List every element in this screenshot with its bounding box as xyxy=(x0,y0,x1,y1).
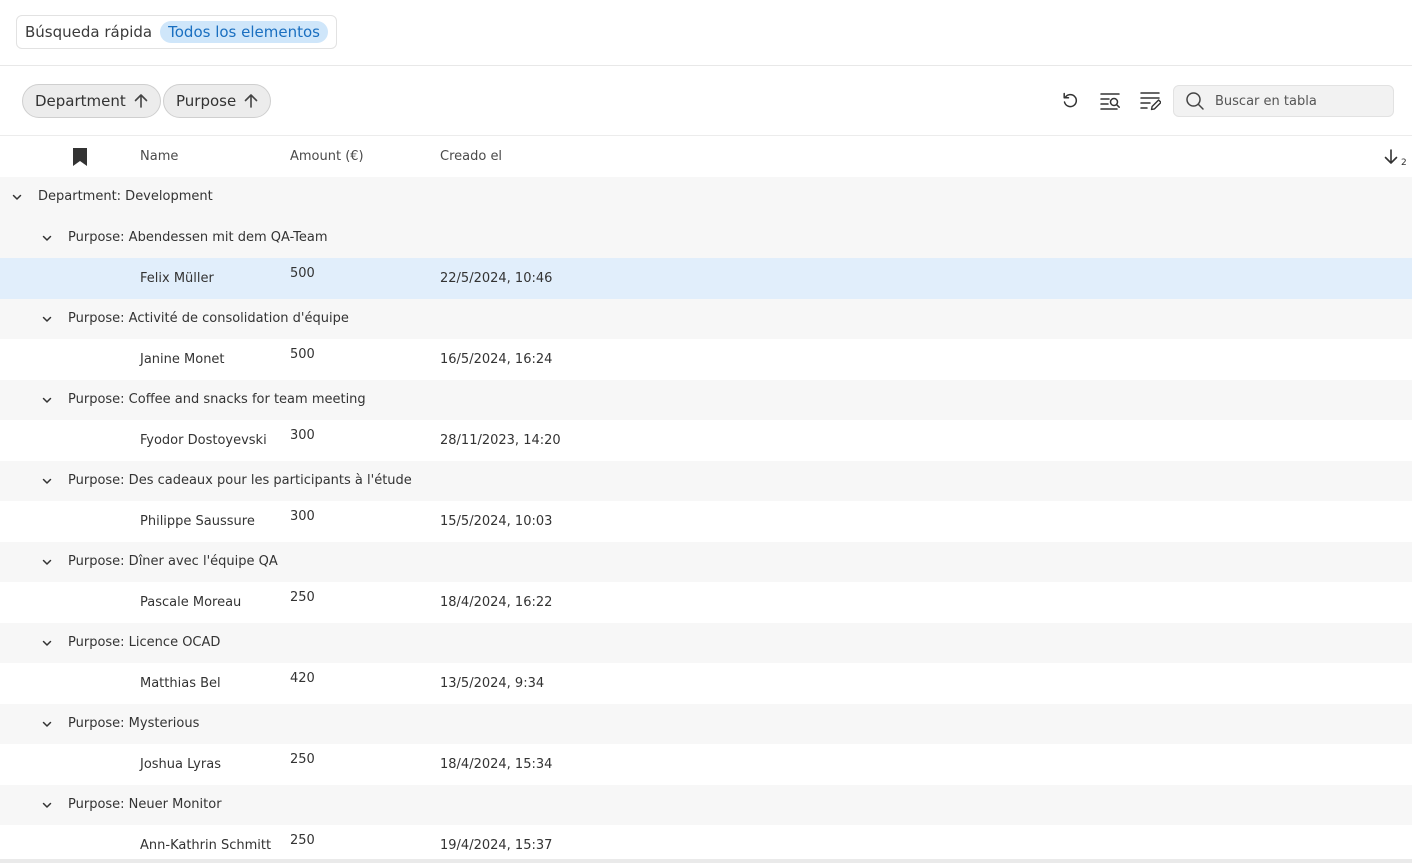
quick-search-bar: Búsqueda rápida Todos los elementos xyxy=(0,0,1412,66)
table-row[interactable]: Ann-Kathrin Schmitt 250 19/4/2024, 15:37 xyxy=(0,825,1412,863)
table-header: Name Amount (€) Creado el 2 xyxy=(0,137,1412,177)
group-row-purpose[interactable]: Purpose: Mysterious xyxy=(0,703,1412,744)
group-label: Purpose: Coffee and snacks for team meet… xyxy=(68,391,366,407)
group-row-purpose[interactable]: Purpose: Neuer Monitor xyxy=(0,784,1412,825)
column-header-created[interactable]: Creado el xyxy=(440,149,502,164)
table-search[interactable] xyxy=(1173,85,1394,117)
group-row-department[interactable]: Department: Development xyxy=(0,177,1412,218)
group-label: Department: Development xyxy=(38,189,213,204)
cell-amount: 500 xyxy=(290,347,315,362)
cell-name: Felix Müller xyxy=(140,271,214,286)
cell-name: Joshua Lyras xyxy=(140,757,221,772)
table-row[interactable]: Matthias Bel 420 13/5/2024, 9:34 xyxy=(0,663,1412,704)
group-chip-label: Purpose xyxy=(176,92,237,110)
group-row-purpose[interactable]: Purpose: Abendessen mit dem QA-Team xyxy=(0,217,1412,258)
cell-amount: 420 xyxy=(290,671,315,686)
cell-amount: 250 xyxy=(290,833,315,848)
cell-name: Ann-Kathrin Schmitt xyxy=(140,838,272,853)
quick-search-filter-pill[interactable]: Todos los elementos xyxy=(160,21,328,43)
group-row-purpose[interactable]: Purpose: Licence OCAD xyxy=(0,622,1412,663)
table-row[interactable]: Fyodor Dostoyevski 300 28/11/2023, 14:20 xyxy=(0,420,1412,461)
table-row[interactable]: Philippe Saussure 300 15/5/2024, 10:03 xyxy=(0,501,1412,542)
cell-created: 18/4/2024, 16:22 xyxy=(440,595,553,610)
sort-indicator[interactable]: 2 xyxy=(1382,148,1407,168)
table-row[interactable]: Janine Monet 500 16/5/2024, 16:24 xyxy=(0,339,1412,380)
cell-amount: 300 xyxy=(290,509,315,524)
bookmark-icon[interactable] xyxy=(72,147,88,167)
cell-created: 22/5/2024, 10:46 xyxy=(440,271,553,286)
group-label: Purpose: Activité de consolidation d'équ… xyxy=(68,310,349,326)
chevron-down-icon[interactable] xyxy=(41,394,53,406)
chevron-down-icon[interactable] xyxy=(11,191,23,203)
cell-amount: 250 xyxy=(290,752,315,767)
cell-amount: 500 xyxy=(290,266,315,281)
table-search-input[interactable] xyxy=(1215,93,1385,109)
search-filter-icon xyxy=(1100,93,1120,110)
search-filter-button[interactable] xyxy=(1099,89,1121,111)
sort-count: 2 xyxy=(1401,158,1407,168)
group-label: Purpose: Des cadeaux pour les participan… xyxy=(68,472,412,488)
cell-created: 13/5/2024, 9:34 xyxy=(440,676,545,691)
chevron-down-icon[interactable] xyxy=(41,799,53,811)
cell-amount: 250 xyxy=(290,590,315,605)
cell-name: Pascale Moreau xyxy=(140,595,242,610)
arrow-up-icon xyxy=(244,94,258,108)
column-header-amount[interactable]: Amount (€) xyxy=(290,149,364,164)
cell-created: 28/11/2023, 14:20 xyxy=(440,433,561,448)
group-row-purpose[interactable]: Purpose: Coffee and snacks for team meet… xyxy=(0,379,1412,420)
cell-name: Fyodor Dostoyevski xyxy=(140,433,267,448)
cell-name: Matthias Bel xyxy=(140,676,221,691)
cell-amount: 300 xyxy=(290,428,315,443)
group-row-purpose[interactable]: Purpose: Activité de consolidation d'équ… xyxy=(0,298,1412,339)
group-label: Purpose: Abendessen mit dem QA-Team xyxy=(68,229,328,245)
table-row[interactable]: Felix Müller 500 22/5/2024, 10:46 xyxy=(0,258,1412,299)
chevron-down-icon[interactable] xyxy=(41,637,53,649)
chevron-down-icon[interactable] xyxy=(41,718,53,730)
group-row-purpose[interactable]: Purpose: Des cadeaux pour les participan… xyxy=(0,460,1412,501)
table-row[interactable]: Pascale Moreau 250 18/4/2024, 16:22 xyxy=(0,582,1412,623)
cell-created: 16/5/2024, 16:24 xyxy=(440,352,553,367)
group-label: Purpose: Licence OCAD xyxy=(68,634,221,650)
edit-list-icon xyxy=(1140,92,1162,111)
reset-icon xyxy=(1063,92,1078,108)
column-header-name[interactable]: Name xyxy=(140,149,178,164)
table-body: Department: Development Purpose: Abendes… xyxy=(0,177,1412,863)
edit-columns-button[interactable] xyxy=(1139,89,1162,111)
table-toolbar: Department Purpose xyxy=(0,66,1412,136)
quick-search-label: Búsqueda rápida xyxy=(25,23,153,41)
group-label: Purpose: Mysterious xyxy=(68,715,200,731)
group-chip-department[interactable]: Department xyxy=(22,84,161,118)
group-row-purpose[interactable]: Purpose: Dîner avec l'équipe QA xyxy=(0,541,1412,582)
cell-created: 18/4/2024, 15:34 xyxy=(440,757,553,772)
horizontal-scrollbar[interactable] xyxy=(0,859,1412,863)
search-icon xyxy=(1186,92,1204,110)
chevron-down-icon[interactable] xyxy=(41,232,53,244)
group-label: Purpose: Dîner avec l'équipe QA xyxy=(68,553,278,569)
cell-created: 19/4/2024, 15:37 xyxy=(440,838,553,853)
arrow-up-icon xyxy=(134,94,148,108)
cell-name: Janine Monet xyxy=(140,352,225,367)
cell-created: 15/5/2024, 10:03 xyxy=(440,514,553,529)
quick-search[interactable]: Búsqueda rápida Todos los elementos xyxy=(16,15,337,49)
group-chip-purpose[interactable]: Purpose xyxy=(163,84,272,118)
arrow-down-icon xyxy=(1384,149,1398,164)
chevron-down-icon[interactable] xyxy=(41,556,53,568)
reset-button[interactable] xyxy=(1059,89,1081,111)
group-label: Purpose: Neuer Monitor xyxy=(68,796,222,812)
cell-name: Philippe Saussure xyxy=(140,514,255,529)
chevron-down-icon[interactable] xyxy=(41,475,53,487)
table-row[interactable]: Joshua Lyras 250 18/4/2024, 15:34 xyxy=(0,744,1412,785)
group-chip-label: Department xyxy=(35,92,126,110)
chevron-down-icon[interactable] xyxy=(41,313,53,325)
